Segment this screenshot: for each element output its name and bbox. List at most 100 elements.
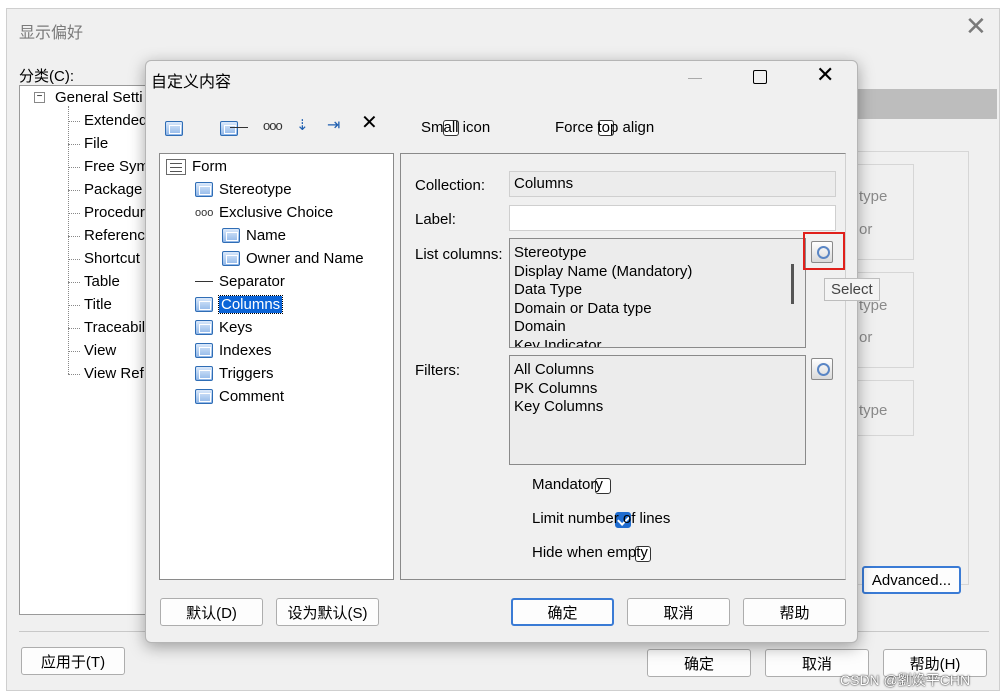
- limit-lines-label: Limit number of lines: [532, 510, 671, 527]
- tree-item-columns[interactable]: Columns: [195, 295, 284, 314]
- collection-field: Columns: [509, 171, 836, 197]
- outer-tree-item[interactable]: Procedur: [84, 204, 145, 221]
- select-tooltip: Select: [824, 278, 880, 301]
- list-columns-label: List columns:: [415, 246, 503, 263]
- outer-frag-box: [850, 164, 914, 260]
- apply-button[interactable]: 应用于(T): [21, 647, 125, 675]
- outer-tree-item[interactable]: Traceabil: [84, 319, 145, 336]
- tree-item-indexes[interactable]: Indexes: [195, 342, 272, 359]
- table-icon: [195, 366, 213, 381]
- set-default-button[interactable]: 设为默认(S): [276, 598, 379, 626]
- cancel-button[interactable]: 取消: [627, 598, 730, 626]
- watermark: CSDN @劉煥平CHN: [840, 672, 971, 688]
- outer-tree-item[interactable]: Table: [84, 273, 120, 290]
- list-scrollbar[interactable]: [791, 264, 794, 304]
- add-choice-icon[interactable]: ooo: [263, 118, 283, 133]
- small-icon-label: Small icon: [421, 119, 491, 136]
- label-label: Label:: [415, 211, 456, 228]
- filters-label: Filters:: [415, 362, 460, 379]
- move-down-icon[interactable]: ⇣: [296, 116, 309, 134]
- table-icon: [195, 343, 213, 358]
- filter-item: Key Columns: [514, 398, 604, 416]
- separator-icon: [195, 281, 213, 282]
- tree-guide: [68, 328, 80, 329]
- hide-empty-label: Hide when empty: [532, 544, 648, 561]
- outer-tree-item[interactable]: View: [84, 342, 116, 359]
- tree-guide: [68, 236, 80, 237]
- list-column-item: Domain: [514, 318, 566, 336]
- default-button[interactable]: 默认(D): [160, 598, 263, 626]
- list-column-item: Domain or Data type: [514, 299, 652, 317]
- outer-tree-root[interactable]: General Setti: [55, 89, 143, 106]
- list-column-item: Key Indicator: [514, 337, 602, 347]
- tree-guide: [68, 106, 69, 374]
- add-table-icon[interactable]: [165, 120, 183, 136]
- label-input[interactable]: [509, 205, 836, 231]
- outer-tree-item[interactable]: File: [84, 135, 108, 152]
- dialog-title: 自定义内容: [151, 74, 232, 91]
- help-button[interactable]: 帮助: [743, 598, 846, 626]
- outer-tree-item[interactable]: Free Sym: [84, 158, 149, 175]
- tree-root[interactable]: Form: [166, 158, 227, 175]
- select-highlight-frame: [803, 232, 845, 270]
- tree-guide: [68, 259, 80, 260]
- tree-item-owner-and-name[interactable]: Owner and Name: [222, 250, 364, 267]
- outer-right-frag: or: [859, 329, 873, 346]
- indent-icon[interactable]: ⇥: [327, 115, 340, 135]
- tree-guide: [68, 282, 80, 283]
- table-icon: [195, 389, 213, 404]
- outer-tree-item[interactable]: Package: [84, 181, 142, 198]
- table-icon: [222, 228, 240, 243]
- collection-label: Collection:: [415, 177, 486, 194]
- tree-item-exclusive-choice[interactable]: ooo Exclusive Choice: [195, 204, 333, 221]
- choice-icon: ooo: [195, 206, 214, 219]
- select-filters-icon[interactable]: [811, 358, 833, 380]
- tree-item-name[interactable]: Name: [222, 227, 286, 244]
- outer-title: 显示偏好: [19, 25, 84, 42]
- ok-button[interactable]: 确定: [511, 598, 614, 626]
- outer-tree-item[interactable]: Title: [84, 296, 112, 313]
- outer-close-icon[interactable]: ✕: [965, 13, 987, 39]
- outer-tree-item[interactable]: Extended: [84, 112, 147, 129]
- tree-item-keys[interactable]: Keys: [195, 319, 252, 336]
- form-icon: [166, 158, 186, 175]
- table-icon: [195, 297, 213, 312]
- table-icon: [195, 182, 213, 197]
- tree-guide: [68, 305, 80, 306]
- add-separator-icon[interactable]: [230, 127, 248, 128]
- outer-right-frag: or: [859, 221, 873, 238]
- list-column-item: Display Name (Mandatory): [514, 262, 693, 280]
- outer-tree-item[interactable]: Shortcut: [84, 250, 140, 267]
- outer-right-frag: type: [859, 188, 888, 205]
- delete-icon[interactable]: ✕: [361, 113, 378, 133]
- tree-expand-icon[interactable]: −: [34, 92, 45, 103]
- tree-guide: [68, 351, 80, 352]
- maximize-icon[interactable]: [753, 70, 767, 84]
- tree-item-triggers[interactable]: Triggers: [195, 365, 273, 382]
- category-label: 分类(C):: [19, 68, 74, 85]
- advanced-button[interactable]: Advanced...: [862, 566, 961, 594]
- add-collection-icon[interactable]: [220, 120, 239, 136]
- outer-ok-button[interactable]: 确定: [647, 649, 751, 677]
- list-column-item: Stereotype: [514, 244, 587, 261]
- list-column-clip: Key Indicator: [514, 337, 794, 347]
- tree-item-comment[interactable]: Comment: [195, 388, 284, 405]
- force-top-align-label: Force top align: [555, 119, 655, 136]
- outer-header-bar: [857, 89, 997, 119]
- tree-root-label: Form: [192, 158, 227, 175]
- minimize-icon[interactable]: [688, 78, 702, 79]
- outer-right-frag: type: [859, 402, 888, 419]
- mandatory-label: Mandatory: [532, 476, 603, 493]
- tree-guide: [68, 121, 80, 122]
- table-icon: [195, 320, 213, 335]
- tree-item-separator[interactable]: Separator: [195, 273, 285, 290]
- tree-item-stereotype[interactable]: Stereotype: [195, 181, 292, 198]
- tree-guide: [68, 374, 80, 375]
- outer-tree-item[interactable]: Referenc: [84, 227, 145, 244]
- close-icon[interactable]: ✕: [816, 64, 834, 86]
- filter-item: PK Columns: [514, 379, 598, 397]
- outer-tree-item[interactable]: View Ref: [84, 365, 144, 382]
- tree-guide: [68, 190, 80, 191]
- table-icon: [222, 251, 240, 266]
- list-column-item: Data Type: [514, 281, 583, 299]
